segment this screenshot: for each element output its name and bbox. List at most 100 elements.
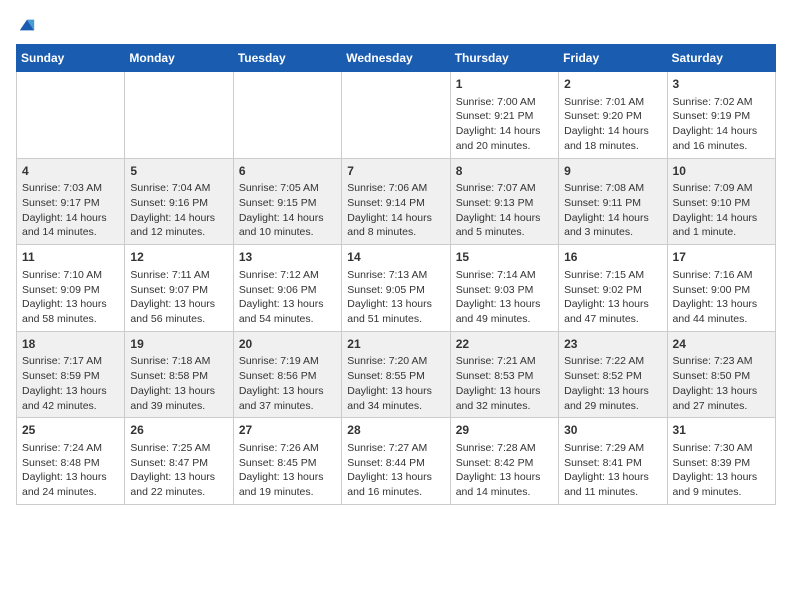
day-number: 12 — [130, 249, 227, 266]
day-number: 7 — [347, 163, 444, 180]
day-info: Sunrise: 7:25 AM Sunset: 8:47 PM Dayligh… — [130, 441, 227, 500]
calendar-cell: 18Sunrise: 7:17 AM Sunset: 8:59 PM Dayli… — [17, 331, 125, 418]
day-number: 1 — [456, 76, 553, 93]
calendar-cell: 31 Sunrise: 7:30 AM Sunset: 8:39 PM Dayli… — [667, 418, 775, 505]
day-info: Sunrise: 7:06 AM Sunset: 9:14 PM Dayligh… — [347, 181, 444, 240]
calendar-cell — [233, 72, 341, 159]
calendar-cell: 11Sunrise: 7:10 AM Sunset: 9:09 PM Dayli… — [17, 245, 125, 332]
day-number: 29 — [456, 422, 553, 439]
calendar-cell: 21Sunrise: 7:20 AM Sunset: 8:55 PM Dayli… — [342, 331, 450, 418]
day-info: Sunrise: 7:08 AM Sunset: 9:11 PM Dayligh… — [564, 181, 661, 240]
calendar-cell: 29 Sunrise: 7:28 AM Sunset: 8:42 PM Dayli… — [450, 418, 558, 505]
day-number: 25 — [22, 422, 119, 439]
calendar-cell: 8Sunrise: 7:07 AM Sunset: 9:13 PM Daylig… — [450, 158, 558, 245]
calendar-cell: 2 Sunrise: 7:01 AM Sunset: 9:20 PM Daylig… — [559, 72, 667, 159]
day-info: Sunrise: 7:13 AM Sunset: 9:05 PM Dayligh… — [347, 268, 444, 327]
logo — [16, 16, 36, 32]
calendar-cell: 16Sunrise: 7:15 AM Sunset: 9:02 PM Dayli… — [559, 245, 667, 332]
calendar-cell: 14 Sunrise: 7:13 AM Sunset: 9:05 PM Dayli… — [342, 245, 450, 332]
day-info: Sunrise: 7:30 AM Sunset: 8:39 PM Dayligh… — [673, 441, 770, 500]
day-info: Sunrise: 7:07 AM Sunset: 9:13 PM Dayligh… — [456, 181, 553, 240]
calendar-cell: 5Sunrise: 7:04 AM Sunset: 9:16 PM Daylig… — [125, 158, 233, 245]
day-number: 14 — [347, 249, 444, 266]
calendar-cell: 22Sunrise: 7:21 AM Sunset: 8:53 PM Dayli… — [450, 331, 558, 418]
day-info: Sunrise: 7:12 AM Sunset: 9:06 PM Dayligh… — [239, 268, 336, 327]
calendar-header-row: SundayMondayTuesdayWednesdayThursdayFrid… — [17, 45, 776, 72]
calendar-cell: 6Sunrise: 7:05 AM Sunset: 9:15 PM Daylig… — [233, 158, 341, 245]
weekday-header: Tuesday — [233, 45, 341, 72]
day-info: Sunrise: 7:11 AM Sunset: 9:07 PM Dayligh… — [130, 268, 227, 327]
day-info: Sunrise: 7:00 AM Sunset: 9:21 PM Dayligh… — [456, 95, 553, 154]
day-number: 24 — [673, 336, 770, 353]
day-info: Sunrise: 7:18 AM Sunset: 8:58 PM Dayligh… — [130, 354, 227, 413]
calendar-table: SundayMondayTuesdayWednesdayThursdayFrid… — [16, 44, 776, 505]
day-number: 5 — [130, 163, 227, 180]
calendar-cell: 28 Sunrise: 7:27 AM Sunset: 8:44 PM Dayli… — [342, 418, 450, 505]
day-number: 26 — [130, 422, 227, 439]
day-number: 8 — [456, 163, 553, 180]
calendar-week-row: 4Sunrise: 7:03 AM Sunset: 9:17 PM Daylig… — [17, 158, 776, 245]
calendar-cell: 13 Sunrise: 7:12 AM Sunset: 9:06 PM Dayli… — [233, 245, 341, 332]
calendar-cell: 1 Sunrise: 7:00 AM Sunset: 9:21 PM Daylig… — [450, 72, 558, 159]
calendar-cell: 10Sunrise: 7:09 AM Sunset: 9:10 PM Dayli… — [667, 158, 775, 245]
day-number: 16 — [564, 249, 661, 266]
calendar-cell: 7Sunrise: 7:06 AM Sunset: 9:14 PM Daylig… — [342, 158, 450, 245]
day-number: 9 — [564, 163, 661, 180]
day-info: Sunrise: 7:28 AM Sunset: 8:42 PM Dayligh… — [456, 441, 553, 500]
day-info: Sunrise: 7:24 AM Sunset: 8:48 PM Dayligh… — [22, 441, 119, 500]
calendar-week-row: 1 Sunrise: 7:00 AM Sunset: 9:21 PM Daylig… — [17, 72, 776, 159]
calendar-cell: 20Sunrise: 7:19 AM Sunset: 8:56 PM Dayli… — [233, 331, 341, 418]
weekday-header: Thursday — [450, 45, 558, 72]
weekday-header: Sunday — [17, 45, 125, 72]
calendar-week-row: 25 Sunrise: 7:24 AM Sunset: 8:48 PM Dayli… — [17, 418, 776, 505]
weekday-header: Monday — [125, 45, 233, 72]
calendar-cell: 26 Sunrise: 7:25 AM Sunset: 8:47 PM Dayli… — [125, 418, 233, 505]
day-number: 10 — [673, 163, 770, 180]
logo-icon — [18, 16, 36, 34]
day-number: 23 — [564, 336, 661, 353]
calendar-cell: 12 Sunrise: 7:11 AM Sunset: 9:07 PM Dayli… — [125, 245, 233, 332]
day-info: Sunrise: 7:20 AM Sunset: 8:55 PM Dayligh… — [347, 354, 444, 413]
day-info: Sunrise: 7:14 AM Sunset: 9:03 PM Dayligh… — [456, 268, 553, 327]
calendar-cell: 23Sunrise: 7:22 AM Sunset: 8:52 PM Dayli… — [559, 331, 667, 418]
day-info: Sunrise: 7:05 AM Sunset: 9:15 PM Dayligh… — [239, 181, 336, 240]
day-number: 30 — [564, 422, 661, 439]
day-number: 20 — [239, 336, 336, 353]
calendar-cell: 30Sunrise: 7:29 AM Sunset: 8:41 PM Dayli… — [559, 418, 667, 505]
day-number: 11 — [22, 249, 119, 266]
calendar-cell — [17, 72, 125, 159]
day-info: Sunrise: 7:01 AM Sunset: 9:20 PM Dayligh… — [564, 95, 661, 154]
calendar-cell: 9Sunrise: 7:08 AM Sunset: 9:11 PM Daylig… — [559, 158, 667, 245]
calendar-cell: 25 Sunrise: 7:24 AM Sunset: 8:48 PM Dayli… — [17, 418, 125, 505]
day-info: Sunrise: 7:17 AM Sunset: 8:59 PM Dayligh… — [22, 354, 119, 413]
day-number: 13 — [239, 249, 336, 266]
day-number: 28 — [347, 422, 444, 439]
calendar-week-row: 18Sunrise: 7:17 AM Sunset: 8:59 PM Dayli… — [17, 331, 776, 418]
calendar-cell: 3 Sunrise: 7:02 AM Sunset: 9:19 PM Daylig… — [667, 72, 775, 159]
day-info: Sunrise: 7:16 AM Sunset: 9:00 PM Dayligh… — [673, 268, 770, 327]
calendar-cell: 27Sunrise: 7:26 AM Sunset: 8:45 PM Dayli… — [233, 418, 341, 505]
day-info: Sunrise: 7:22 AM Sunset: 8:52 PM Dayligh… — [564, 354, 661, 413]
day-number: 15 — [456, 249, 553, 266]
weekday-header: Saturday — [667, 45, 775, 72]
day-info: Sunrise: 7:09 AM Sunset: 9:10 PM Dayligh… — [673, 181, 770, 240]
day-number: 3 — [673, 76, 770, 93]
day-number: 2 — [564, 76, 661, 93]
day-number: 18 — [22, 336, 119, 353]
day-info: Sunrise: 7:21 AM Sunset: 8:53 PM Dayligh… — [456, 354, 553, 413]
day-number: 17 — [673, 249, 770, 266]
day-info: Sunrise: 7:19 AM Sunset: 8:56 PM Dayligh… — [239, 354, 336, 413]
day-number: 19 — [130, 336, 227, 353]
calendar-cell: 19Sunrise: 7:18 AM Sunset: 8:58 PM Dayli… — [125, 331, 233, 418]
day-number: 27 — [239, 422, 336, 439]
day-number: 31 — [673, 422, 770, 439]
calendar-cell: 17 Sunrise: 7:16 AM Sunset: 9:00 PM Dayli… — [667, 245, 775, 332]
day-info: Sunrise: 7:23 AM Sunset: 8:50 PM Dayligh… — [673, 354, 770, 413]
day-info: Sunrise: 7:03 AM Sunset: 9:17 PM Dayligh… — [22, 181, 119, 240]
calendar-cell — [342, 72, 450, 159]
calendar-week-row: 11Sunrise: 7:10 AM Sunset: 9:09 PM Dayli… — [17, 245, 776, 332]
day-info: Sunrise: 7:27 AM Sunset: 8:44 PM Dayligh… — [347, 441, 444, 500]
day-info: Sunrise: 7:02 AM Sunset: 9:19 PM Dayligh… — [673, 95, 770, 154]
page-header — [16, 16, 776, 32]
calendar-cell: 24Sunrise: 7:23 AM Sunset: 8:50 PM Dayli… — [667, 331, 775, 418]
